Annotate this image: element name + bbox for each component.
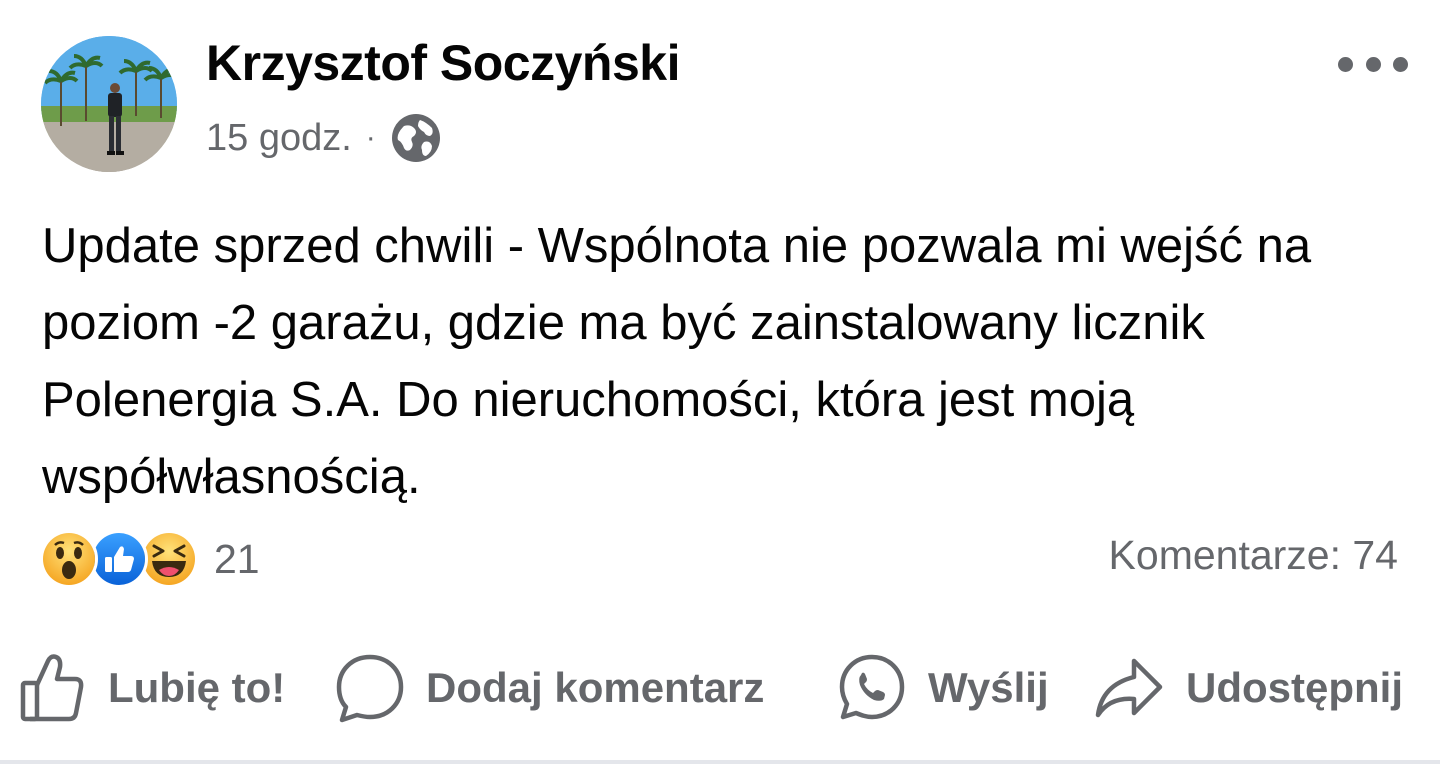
more-dot-icon [1338,56,1353,72]
post-meta: 15 godz. · [206,114,442,162]
divider [0,760,1440,764]
meta-separator: · [365,121,376,154]
comments-count-link[interactable]: Komentarze: 74 [1109,532,1398,579]
more-options-button[interactable] [1338,52,1408,76]
action-bar: Lubię to! Dodaj komentarz Wyślij Udostęp… [0,648,1440,728]
globe-icon [391,114,440,162]
comment-bubble-icon [336,654,404,723]
whatsapp-icon [839,654,905,720]
like-button[interactable]: Lubię to! [20,648,285,728]
reaction-count: 21 [214,535,260,582]
send-label: Wyślij [928,664,1049,711]
comment-label: Dodaj komentarz [426,664,765,711]
avatar-photo [41,36,177,172]
more-dot-icon [1393,56,1408,72]
wow-reaction-icon [40,530,98,588]
share-label: Udostępnij [1186,664,1403,711]
more-dot-icon [1365,56,1381,72]
reactions-summary[interactable]: 21 [40,530,260,588]
thumbs-up-icon [20,654,84,722]
comment-button[interactable]: Dodaj komentarz [336,648,764,728]
author-name[interactable]: Krzysztof Soczyński [206,34,680,92]
share-button[interactable]: Udostępnij [1094,648,1403,728]
haha-reaction-icon [140,530,198,588]
like-reaction-icon [90,530,148,588]
post-text: Update sprzed chwili - Wspólnota nie poz… [42,219,1312,504]
author-avatar[interactable] [41,36,177,172]
like-label: Lubię to! [108,664,286,711]
share-arrow-icon [1095,658,1163,718]
send-button[interactable]: Wyślij [838,648,1049,728]
post-timestamp[interactable]: 15 godz. [206,117,352,160]
